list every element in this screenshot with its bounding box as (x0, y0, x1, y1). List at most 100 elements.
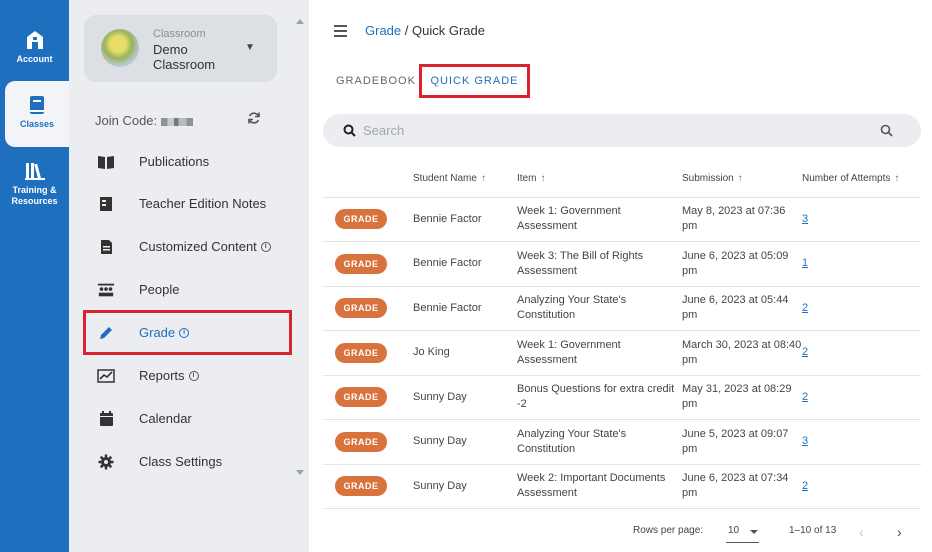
search-input[interactable] (363, 122, 863, 139)
rail-classes[interactable]: Classes (5, 81, 69, 147)
sort-arrow-icon: ↑ (480, 172, 486, 184)
attempts-link[interactable]: 2 (802, 346, 808, 358)
grade-button[interactable]: GRADE (335, 431, 387, 452)
attempts-link[interactable]: 3 (802, 213, 808, 225)
join-code: Join Code: (95, 113, 194, 128)
header-student-name-label: Student Name (413, 172, 477, 184)
table-row: GRADE Bennie Factor Week 1: Government A… (323, 197, 921, 242)
caret-down-icon (750, 530, 758, 534)
grade-button[interactable]: GRADE (335, 387, 387, 408)
sort-arrow-icon: ↑ (737, 172, 743, 184)
join-code-label: Join Code: (95, 113, 158, 128)
submission-cell: May 31, 2023 at 08:29 pm (682, 375, 802, 420)
submission-cell: June 6, 2023 at 05:09 pm (682, 241, 802, 287)
submission-cell: June 6, 2023 at 07:34 pm (682, 464, 802, 509)
header-action (323, 160, 413, 198)
student-cell: Bennie Factor (413, 241, 517, 287)
breadcrumb-separator: / (404, 23, 409, 38)
people-icon (97, 281, 115, 299)
nav-grade-label: Grade (139, 325, 176, 340)
header-attempts[interactable]: Number of Attempts ↑ (802, 160, 921, 198)
nav-people-label: People (139, 282, 180, 297)
header-item-label: Item (517, 172, 537, 184)
grade-cell: GRADE (323, 330, 413, 376)
calendar-icon (97, 410, 115, 428)
attempts-link[interactable]: 2 (802, 391, 808, 403)
grade-button[interactable]: GRADE (335, 209, 387, 230)
grade-button[interactable]: GRADE (335, 298, 387, 319)
grade-button[interactable]: GRADE (335, 342, 387, 363)
nav-calendar[interactable]: Calendar (83, 397, 291, 440)
search-submit-icon[interactable] (880, 124, 893, 142)
info-icon[interactable]: i (260, 241, 271, 252)
main-content: Grade / Quick Grade GRADEBOOK QUICK GRAD… (309, 0, 932, 552)
attempts-cell: 3 (802, 197, 921, 242)
item-cell: Analyzing Your State's Constitution (517, 419, 682, 465)
attempts-link[interactable]: 2 (802, 302, 808, 314)
info-icon[interactable]: i (179, 327, 190, 338)
nav-publications[interactable]: Publications (83, 140, 291, 183)
info-icon[interactable]: i (188, 370, 199, 381)
scroll-down-arrow[interactable] (296, 470, 304, 475)
rail-training[interactable]: Training & Resources (0, 161, 69, 207)
header-submission-label: Submission (682, 172, 734, 184)
nav-customized-content-label: Customized Content (139, 239, 257, 254)
library-icon (24, 161, 46, 181)
header-student-name[interactable]: Student Name ↑ (413, 160, 517, 198)
tab-gradebook[interactable]: GRADEBOOK (336, 64, 416, 98)
scroll-up-arrow[interactable] (296, 19, 304, 24)
nav-reports[interactable]: Reports i (83, 354, 291, 397)
sort-arrow-icon: ↑ (894, 172, 900, 184)
rows-per-page-select[interactable]: 10 (726, 521, 759, 543)
grade-button[interactable]: GRADE (335, 253, 387, 274)
search-bar (323, 114, 921, 147)
table-header-row: Student Name ↑ Item ↑ Submission ↑ Number o… (323, 160, 921, 198)
submission-cell: June 5, 2023 at 09:07 pm (682, 419, 802, 465)
pencil-icon (97, 324, 115, 342)
rows-per-page-label: Rows per page: (633, 525, 704, 536)
join-code-value-masked (161, 117, 194, 126)
grade-button[interactable]: GRADE (335, 476, 387, 497)
grade-cell: GRADE (323, 241, 413, 287)
breadcrumb: Grade / Quick Grade (365, 23, 485, 38)
sort-arrow-icon: ↑ (540, 172, 546, 184)
header-submission[interactable]: Submission ↑ (682, 160, 802, 198)
nav-class-settings[interactable]: Class Settings (83, 440, 291, 483)
rail-training-label-2: Resources (11, 196, 58, 206)
left-rail: Account Classes Training & Resources (0, 0, 69, 552)
quick-grade-table: Student Name ↑ Item ↑ Submission ↑ Number o… (323, 160, 921, 509)
book-icon (26, 95, 48, 115)
chevron-left-icon[interactable]: ‹ (859, 524, 864, 540)
item-cell: Week 3: The Bill of Rights Assessment (517, 241, 682, 287)
account-icon (24, 30, 46, 50)
attempts-cell: 2 (802, 464, 921, 509)
notes-icon (97, 195, 115, 213)
attempts-link[interactable]: 1 (802, 257, 808, 269)
nav-publications-label: Publications (139, 154, 210, 169)
item-cell: Week 1: Government Assessment (517, 197, 682, 242)
rows-per-page-value: 10 (728, 525, 740, 536)
document-icon (97, 238, 115, 256)
header-attempts-label: Number of Attempts (802, 172, 891, 184)
nav-customized-content[interactable]: Customized Content i (83, 225, 291, 268)
table-row: GRADE Sunny Day Bonus Questions for extr… (323, 375, 921, 420)
nav-grade[interactable]: Grade i (83, 310, 292, 355)
submission-cell: June 6, 2023 at 05:44 pm (682, 286, 802, 331)
tab-quick-grade[interactable]: QUICK GRADE (419, 64, 530, 98)
menu-icon[interactable] (334, 25, 347, 37)
header-item[interactable]: Item ↑ (517, 160, 682, 198)
nav-people[interactable]: People (83, 268, 291, 311)
breadcrumb-grade-link[interactable]: Grade (365, 23, 401, 38)
app-root: Account Classes Training & Resources Cla… (0, 0, 932, 552)
attempts-link[interactable]: 2 (802, 480, 808, 492)
nav-teacher-notes[interactable]: Teacher Edition Notes (83, 182, 291, 225)
rail-account[interactable]: Account (0, 30, 69, 65)
attempts-cell: 2 (802, 375, 921, 420)
nav-reports-label: Reports (139, 368, 185, 383)
chevron-right-icon[interactable]: › (897, 524, 902, 540)
class-selector[interactable]: Classroom Demo Classroom ▼ (84, 15, 277, 82)
student-cell: Bennie Factor (413, 197, 517, 242)
refresh-icon[interactable] (247, 111, 261, 125)
attempts-link[interactable]: 3 (802, 435, 808, 447)
student-cell: Sunny Day (413, 419, 517, 465)
